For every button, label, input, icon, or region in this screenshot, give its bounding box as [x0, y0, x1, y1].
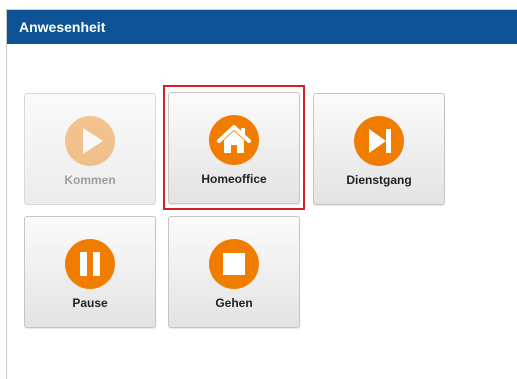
kommen-label: Kommen: [64, 173, 116, 187]
gehen-button[interactable]: Gehen: [168, 216, 300, 328]
gehen-label: Gehen: [215, 296, 253, 310]
dienstgang-button[interactable]: Dienstgang: [313, 93, 445, 205]
homeoffice-button[interactable]: Homeoffice: [168, 92, 300, 204]
kommen-button[interactable]: Kommen: [24, 93, 156, 205]
panel-title: Anwesenheit: [7, 10, 517, 44]
play-icon: [64, 115, 116, 167]
dienstgang-label: Dienstgang: [346, 173, 412, 187]
stop-icon: [208, 238, 260, 290]
pause-label: Pause: [72, 296, 108, 310]
pause-icon: [64, 238, 116, 290]
pause-button[interactable]: Pause: [24, 216, 156, 328]
home-icon: [208, 114, 260, 166]
skip-next-icon: [353, 115, 405, 167]
homeoffice-label: Homeoffice: [201, 172, 267, 186]
